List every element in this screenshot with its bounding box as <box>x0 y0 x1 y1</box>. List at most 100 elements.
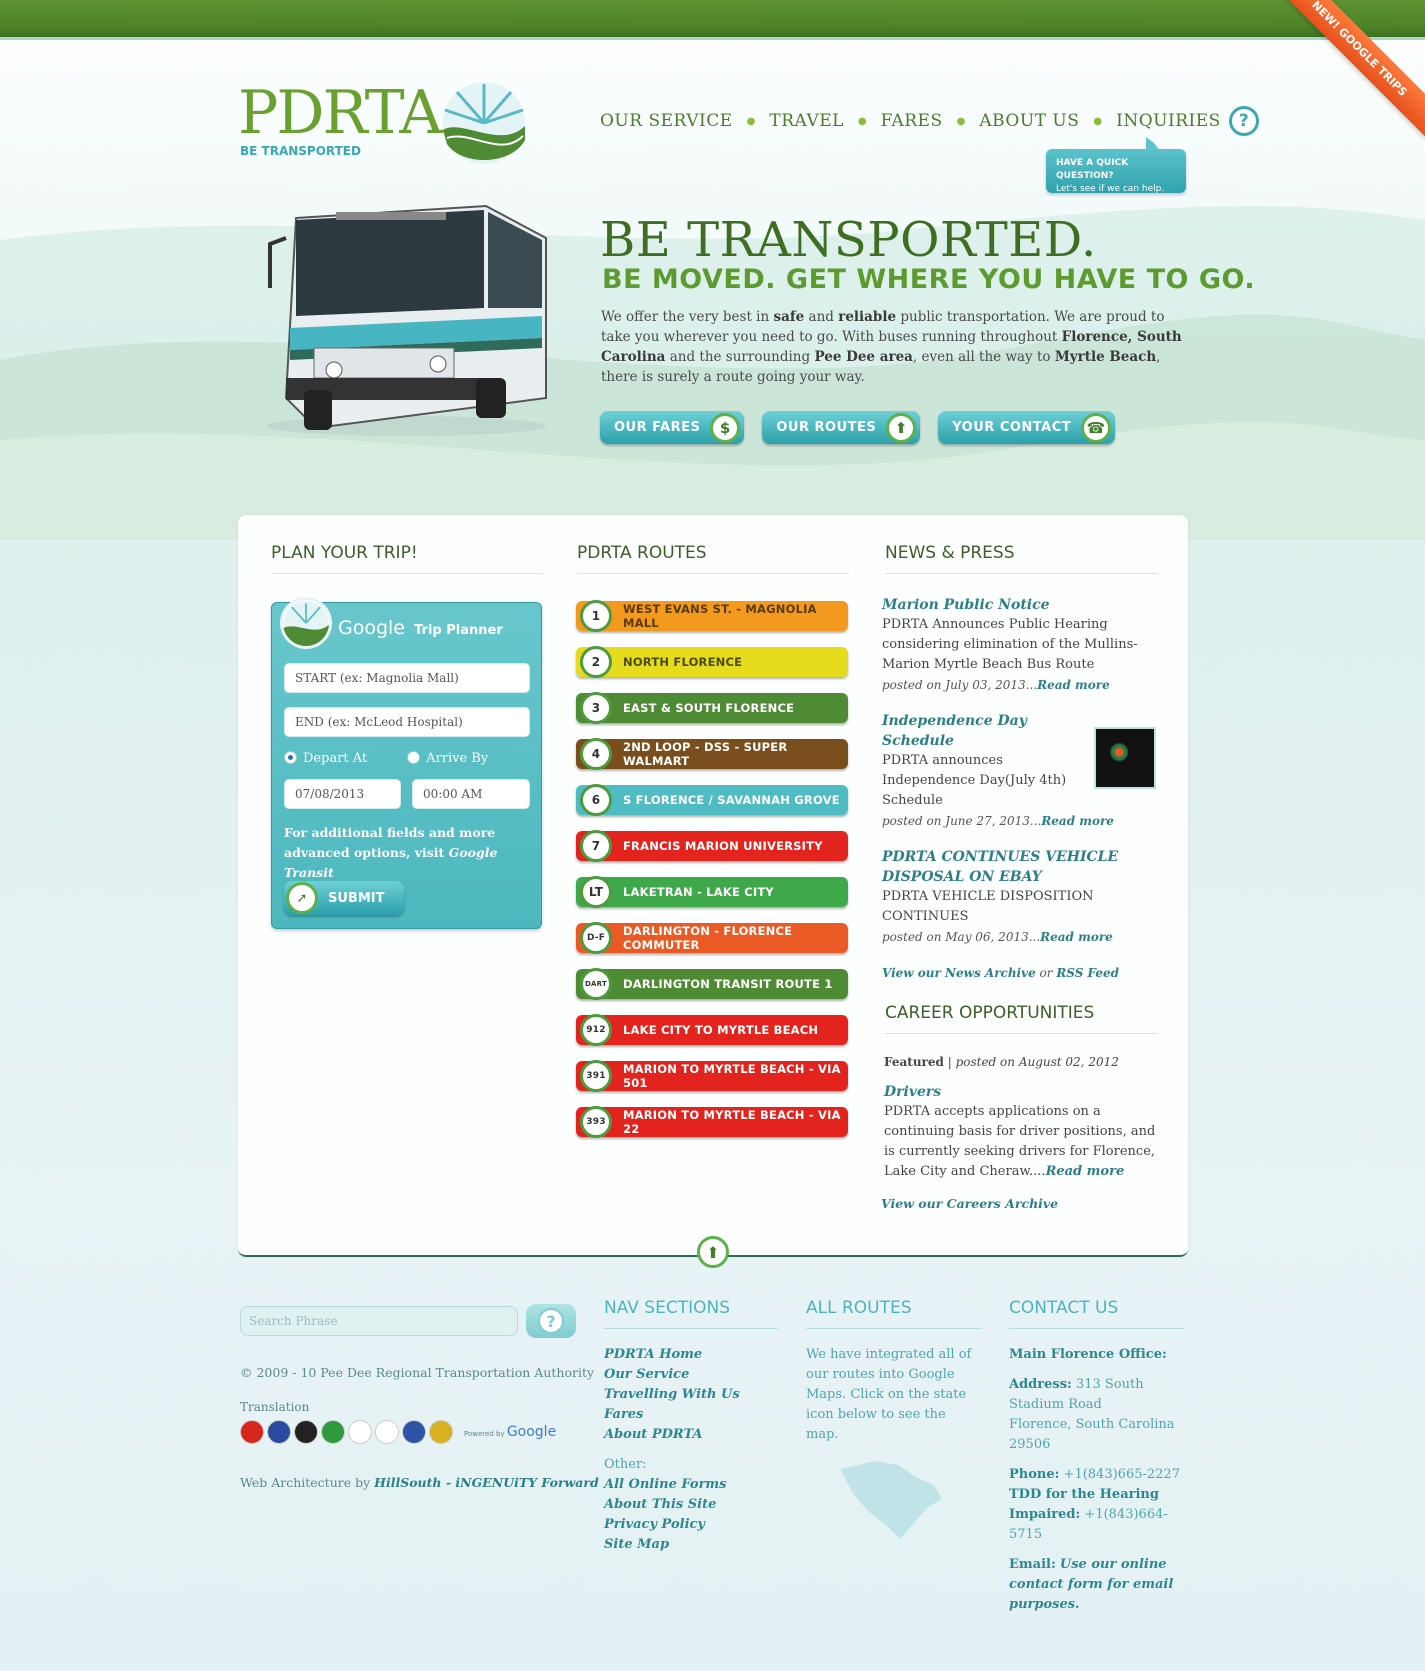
route-button[interactable]: LT LAKETRAN - LAKE CITY <box>576 876 848 908</box>
south-carolina-map-icon[interactable] <box>836 1455 946 1541</box>
read-more-link[interactable]: Read more <box>1037 678 1110 692</box>
search-input[interactable]: Search Phrase <box>240 1306 518 1336</box>
all-routes-column: ALL ROUTES We have integrated all of our… <box>806 1298 982 1548</box>
nav-separator: ● <box>857 115 867 127</box>
route-button[interactable]: 393 MARION TO MYRTLE BEACH - VIA 22 <box>576 1106 848 1138</box>
route-button[interactable]: 1 WEST EVANS ST. - MAGNOLIA MALL <box>576 600 848 632</box>
route-button[interactable]: 6 S FLORENCE / SAVANNAH GROVE <box>576 784 848 816</box>
news-meta: posted on June 27, 2013...Read more <box>882 811 1162 831</box>
careers-archive-link[interactable]: View our Careers Archive <box>881 1194 1164 1214</box>
career-body: PDRTA accepts applications on a continui… <box>884 1102 1164 1182</box>
our-fares-button[interactable]: OUR FARES $ <box>600 411 745 444</box>
routes-list: 1 WEST EVANS ST. - MAGNOLIA MALL 2 NORTH FL… <box>576 600 848 1153</box>
career-date: posted on August 02, 2012 <box>955 1055 1119 1069</box>
end-input[interactable]: END (ex: McLeod Hospital) <box>284 707 530 737</box>
all-routes-heading: ALL ROUTES <box>806 1298 982 1329</box>
language-flag-icon[interactable] <box>348 1420 372 1444</box>
news-or: or <box>1035 966 1057 980</box>
career-title[interactable]: Drivers <box>884 1082 1164 1102</box>
nav-travel[interactable]: TRAVEL <box>769 111 844 131</box>
route-button[interactable]: DART DARLINGTON TRANSIT ROUTE 1 <box>576 968 848 1000</box>
phone-number: +1(843)665-2227 <box>1059 1467 1180 1482</box>
search-button[interactable]: ? <box>526 1304 576 1338</box>
quick-question-line1: HAVE A QUICK QUESTION? <box>1056 158 1129 181</box>
route-button[interactable]: 4 2ND LOOP - DSS - SUPER WALMART <box>576 738 848 770</box>
language-flag-icon[interactable] <box>240 1420 264 1444</box>
bus-image <box>266 204 547 436</box>
footer-link[interactable]: Site Map <box>604 1535 778 1555</box>
email-label: Email: <box>1009 1557 1056 1572</box>
copyright: © 2009 - 10 Pee Dee Regional Transportat… <box>240 1365 595 1380</box>
news-date: posted on May 06, 2013... <box>882 930 1041 944</box>
route-name: NORTH FLORENCE <box>623 655 743 669</box>
language-flag-icon[interactable] <box>267 1420 291 1444</box>
footer-link[interactable]: PDRTA Home <box>604 1345 778 1365</box>
footer-link[interactable]: Our Service <box>604 1365 778 1385</box>
arrive-radio[interactable] <box>407 751 421 764</box>
route-button[interactable]: 3 EAST & SOUTH FLORENCE <box>576 692 848 724</box>
date-input[interactable]: 07/08/2013 <box>284 779 401 809</box>
news-title[interactable]: PDRTA CONTINUES VEHICLE DISPOSAL ON EBAY <box>882 847 1162 887</box>
nav-fares[interactable]: FARES <box>881 111 943 131</box>
language-flag-icon[interactable] <box>321 1420 345 1444</box>
routes-heading: PDRTA ROUTES <box>577 543 849 574</box>
news-archive-link[interactable]: View our News Archive <box>882 966 1036 980</box>
footer-link[interactable]: Privacy Policy <box>604 1515 778 1535</box>
translation-flags: Powered by Google <box>240 1420 556 1444</box>
route-button[interactable]: 2 NORTH FLORENCE <box>576 646 848 678</box>
news-title[interactable]: Marion Public Notice <box>882 595 1162 615</box>
address-line-3: 29506 <box>1009 1437 1051 1452</box>
route-button[interactable]: 391 MARION TO MYRTLE BEACH - VIA 501 <box>576 1060 848 1092</box>
route-button[interactable]: 912 LAKE CITY TO MYRTLE BEACH <box>576 1014 848 1046</box>
start-input[interactable]: START (ex: Magnolia Mall) <box>284 663 530 693</box>
nav-sections-heading: NAV SECTIONS <box>604 1298 778 1329</box>
footer-link[interactable]: Travelling With Us <box>604 1385 778 1405</box>
nav-sections-column: NAV SECTIONS PDRTA Home Our Service Travel… <box>604 1298 778 1555</box>
read-more-link[interactable]: Read more <box>1041 814 1114 828</box>
pdrta-logo[interactable]: PDRTA BE TRANSPORTED <box>238 78 538 178</box>
our-fares-label: OUR FARES <box>614 420 701 435</box>
nav-about-us[interactable]: ABOUT US <box>979 111 1079 131</box>
route-number-badge: DART <box>580 968 612 1000</box>
news-title[interactable]: Independence Day Schedule <box>882 711 1092 751</box>
depart-option[interactable]: Depart At <box>284 751 367 766</box>
your-contact-button[interactable]: YOUR CONTACT ☎ <box>938 411 1116 444</box>
translation-label: Translation <box>240 1400 310 1414</box>
footer-link[interactable]: All Online Forms <box>604 1475 778 1495</box>
language-flag-icon[interactable] <box>375 1420 399 1444</box>
back-to-top-icon[interactable]: ⬆ <box>697 1236 729 1268</box>
footer-link[interactable]: About This Site <box>604 1495 778 1515</box>
quick-question-bubble[interactable]: HAVE A QUICK QUESTION? Let's see if we c… <box>1046 137 1186 194</box>
language-flag-icon[interactable] <box>402 1420 426 1444</box>
nav-our-service[interactable]: OUR SERVICE <box>600 111 733 131</box>
trip-planner: Google Trip Planner START (ex: Magnolia … <box>271 597 542 929</box>
plan-trip-heading: PLAN YOUR TRIP! <box>271 543 543 574</box>
language-flag-icon[interactable] <box>294 1420 318 1444</box>
depart-radio[interactable] <box>284 751 297 764</box>
footer-link[interactable]: Fares <box>604 1405 778 1425</box>
submit-button[interactable]: ➚ SUBMIT <box>284 881 404 915</box>
dollar-icon: $ <box>710 412 741 443</box>
our-routes-button[interactable]: OUR ROUTES ⬆ <box>762 411 921 444</box>
route-button[interactable]: D-F DARLINGTON - FLORENCE COMMUTER <box>576 922 848 954</box>
phone-label: Phone: <box>1009 1467 1060 1482</box>
footer-link[interactable]: About PDRTA <box>604 1425 778 1445</box>
career-read-more-link[interactable]: Read more <box>1046 1164 1125 1179</box>
fireworks-thumbnail[interactable] <box>1094 727 1156 789</box>
route-number-badge: 6 <box>580 784 612 816</box>
nav-links: PDRTA Home Our Service Travelling With Us F… <box>604 1345 778 1445</box>
contact-heading: CONTACT US <box>1009 1298 1185 1329</box>
hillsouth-link[interactable]: HillSouth - iNGENUiTY Forward <box>374 1475 599 1490</box>
route-button[interactable]: 7 FRANCIS MARION UNIVERSITY <box>576 830 848 862</box>
rss-feed-link[interactable]: RSS Feed <box>1056 966 1119 980</box>
arrive-option[interactable]: Arrive By <box>407 751 488 766</box>
hero-buttons: OUR FARES $ OUR ROUTES ⬆ YOUR CONTACT ☎ <box>600 411 1116 444</box>
time-input[interactable]: 00:00 AM <box>412 779 530 809</box>
nav-inquiries[interactable]: INQUIRIES <box>1116 111 1221 131</box>
route-number-badge: 4 <box>580 738 612 770</box>
read-more-link[interactable]: Read more <box>1040 930 1113 944</box>
language-flag-icon[interactable] <box>429 1420 453 1444</box>
news-body: PDRTA Announces Public Hearing consideri… <box>882 617 1138 672</box>
email: Email: Use our online contact form for e… <box>1009 1555 1185 1615</box>
question-icon[interactable]: ? <box>1228 106 1259 136</box>
